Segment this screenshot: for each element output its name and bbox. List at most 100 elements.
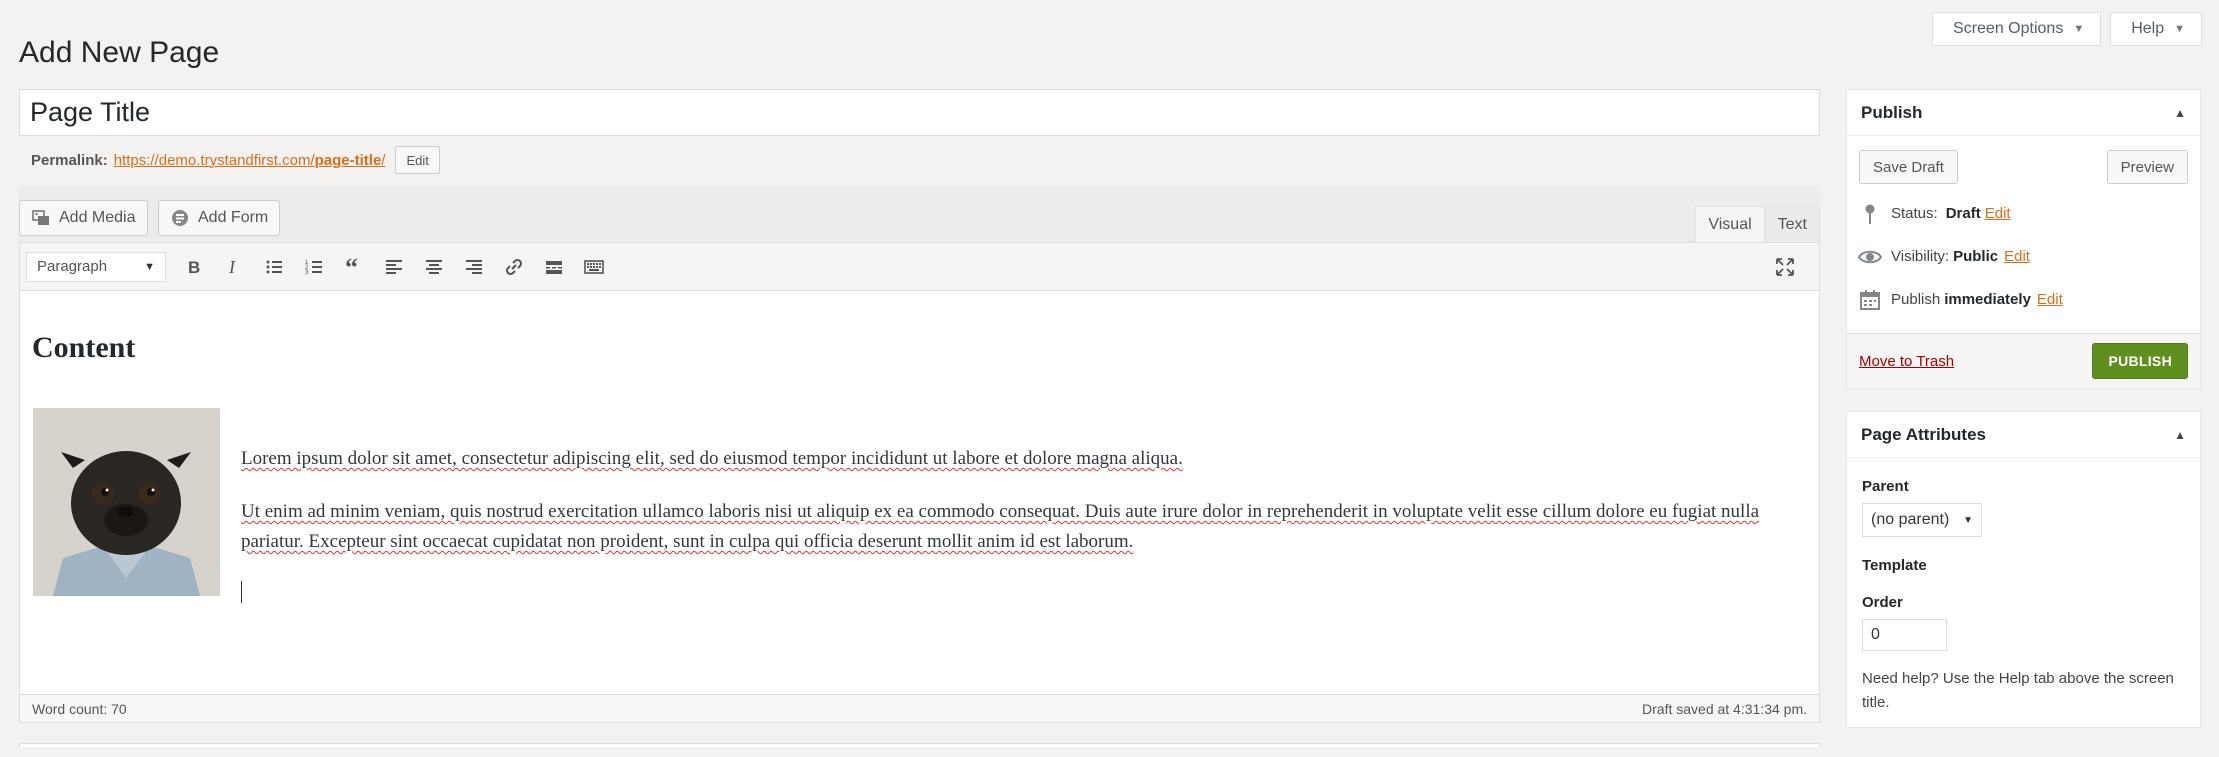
svg-text:I: I: [228, 257, 236, 277]
permalink-edit-button[interactable]: Edit: [395, 146, 440, 174]
calendar-icon: [1857, 287, 1883, 313]
chevron-down-icon: ▼: [144, 260, 155, 273]
eye-icon: [1857, 244, 1883, 270]
post-title-input[interactable]: Page Title: [19, 89, 1820, 136]
pug-image[interactable]: [33, 408, 220, 596]
blockquote-icon[interactable]: “: [334, 247, 374, 287]
publish-box: Publish ▲ Save Draft Preview Status: Dra…: [1846, 89, 2201, 389]
move-to-trash-link[interactable]: Move to Trash: [1859, 353, 1954, 370]
collapse-arrow-icon[interactable]: ▲: [2174, 106, 2186, 120]
text-cursor: [241, 581, 242, 603]
publish-button[interactable]: PUBLISH: [2092, 343, 2188, 379]
parent-select[interactable]: (no parent) ▼: [1862, 503, 1982, 537]
add-media-button[interactable]: Add Media: [19, 200, 148, 236]
numbered-list-icon[interactable]: 123: [294, 247, 334, 287]
italic-icon[interactable]: I: [214, 247, 254, 287]
tab-visual[interactable]: Visual: [1695, 206, 1765, 242]
publish-minor-actions: Save Draft Preview: [1847, 136, 2200, 184]
content-paragraph-2: Ut enim ad minim veniam, quis nostrud ex…: [241, 497, 1811, 557]
svg-text:3: 3: [305, 270, 309, 276]
link-icon[interactable]: [494, 247, 534, 287]
page-title: Add New Page: [19, 36, 220, 69]
status-edit-link[interactable]: Edit: [1985, 205, 2011, 222]
media-icon: [31, 208, 51, 228]
page-attributes-title: Page Attributes: [1861, 424, 1987, 444]
permalink-url-base: https://demo.trystandfirst.com/: [113, 151, 315, 169]
align-right-icon[interactable]: [454, 247, 494, 287]
parent-label: Parent: [1862, 478, 1909, 495]
media-buttons-bar: Add Media Add Form Visual Text: [19, 186, 1820, 242]
editor-toolbar: Paragraph ▼ B I 123 “: [20, 243, 1819, 291]
template-label: Template: [1862, 557, 1927, 574]
form-icon: [170, 208, 190, 228]
order-input[interactable]: 0: [1862, 619, 1947, 651]
page-attributes-help: Need help? Use the Help tab above the sc…: [1862, 670, 2174, 711]
save-draft-button[interactable]: Save Draft: [1859, 150, 1958, 184]
publish-value: immediately: [1944, 291, 2031, 308]
add-media-label: Add Media: [59, 209, 136, 226]
pin-icon: [1857, 201, 1883, 227]
word-count: Word count: 70: [32, 700, 127, 717]
publish-misc: Status: Draft Edit Visibility: Public Ed…: [1847, 184, 2200, 333]
permalink-slug: page-title: [314, 151, 382, 169]
bold-icon[interactable]: B: [174, 247, 214, 287]
status-value: Draft: [1945, 205, 1981, 222]
svg-text:“: “: [345, 257, 358, 277]
content-heading: Content: [32, 331, 136, 364]
editor-status-bar: Word count: 70 Draft saved at 4:31:34 pm…: [20, 694, 1819, 722]
page-attributes-box: Page Attributes ▲ Parent (no parent) ▼ T…: [1846, 411, 2201, 728]
paragraph-1-text: Lorem ipsum dolor sit amet, consectetur …: [241, 448, 1183, 469]
chevron-down-icon: ▼: [1963, 514, 1973, 526]
publish-label: Publish: [1891, 291, 1941, 308]
status-row: Status: Draft Edit: [1857, 192, 2190, 235]
next-metabox-edge: [19, 743, 1820, 747]
toolbar-toggle-icon[interactable]: [574, 247, 614, 287]
content-editor[interactable]: Content Lorem ipsum dolor sit amet, cons…: [20, 291, 1819, 694]
parent-select-value: (no parent): [1871, 511, 1950, 528]
publish-edit-link[interactable]: Edit: [2037, 291, 2063, 308]
tab-text[interactable]: Text: [1764, 206, 1820, 242]
collapse-arrow-icon[interactable]: ▲: [2174, 428, 2186, 442]
format-select-value: Paragraph: [37, 258, 108, 275]
permalink-url-end: /: [381, 151, 386, 169]
publish-box-header[interactable]: Publish ▲: [1847, 90, 2200, 136]
visibility-row: Visibility: Public Edit: [1857, 235, 2190, 278]
svg-text:B: B: [188, 258, 200, 277]
visibility-label: Visibility:: [1891, 248, 1950, 265]
permalink: Permalink: https://demo.trystandfirst.co…: [19, 146, 1820, 174]
editor-box: Paragraph ▼ B I 123 “ Content Lorem ipsu…: [19, 242, 1820, 723]
screen-options-label: Screen Options: [1953, 20, 2064, 37]
add-form-label: Add Form: [198, 209, 269, 226]
screen-options-button[interactable]: Screen Options ▼: [1932, 12, 2102, 46]
fullscreen-icon[interactable]: [1765, 247, 1805, 287]
publish-major-actions: Move to Trash PUBLISH: [1847, 333, 2200, 388]
caret-down-icon: ▼: [2073, 23, 2085, 35]
order-label: Order: [1862, 594, 1903, 611]
help-label: Help: [2131, 20, 2165, 37]
format-select[interactable]: Paragraph ▼: [26, 251, 166, 282]
add-form-button[interactable]: Add Form: [158, 200, 281, 236]
read-more-icon[interactable]: [534, 247, 574, 287]
bullet-list-icon[interactable]: [254, 247, 294, 287]
visibility-edit-link[interactable]: Edit: [2004, 248, 2030, 265]
status-label: Status:: [1891, 205, 1938, 222]
publish-box-title: Publish: [1861, 102, 1923, 122]
main-column: Page Title Permalink: https://demo.tryst…: [19, 89, 1820, 747]
editor-tabs: Visual Text: [1695, 206, 1820, 242]
editor-wrap: Add Media Add Form Visual Text Paragraph…: [19, 186, 1820, 747]
help-button[interactable]: Help ▼: [2110, 12, 2202, 46]
draft-saved-status: Draft saved at 4:31:34 pm.: [1642, 700, 1807, 717]
sidebar: Publish ▲ Save Draft Preview Status: Dra…: [1846, 89, 2201, 728]
caret-down-icon: ▼: [2174, 23, 2185, 35]
preview-button[interactable]: Preview: [2106, 150, 2188, 184]
visibility-value: Public: [1953, 248, 1999, 265]
align-center-icon[interactable]: [414, 247, 454, 287]
align-left-icon[interactable]: [374, 247, 414, 287]
screen-meta: Screen Options ▼ Help ▼: [1932, 12, 2202, 46]
permalink-label: Permalink:: [31, 151, 108, 169]
publish-schedule-row: Publish immediately Edit: [1857, 278, 2190, 321]
page-attributes-body: Parent (no parent) ▼ Template Order 0 Ne…: [1847, 458, 2200, 727]
permalink-url[interactable]: https://demo.trystandfirst.com/page-titl…: [114, 152, 386, 169]
page-attributes-header[interactable]: Page Attributes ▲: [1847, 412, 2200, 458]
paragraph-2-text: Ut enim ad minim veniam, quis nostrud ex…: [241, 501, 1760, 552]
